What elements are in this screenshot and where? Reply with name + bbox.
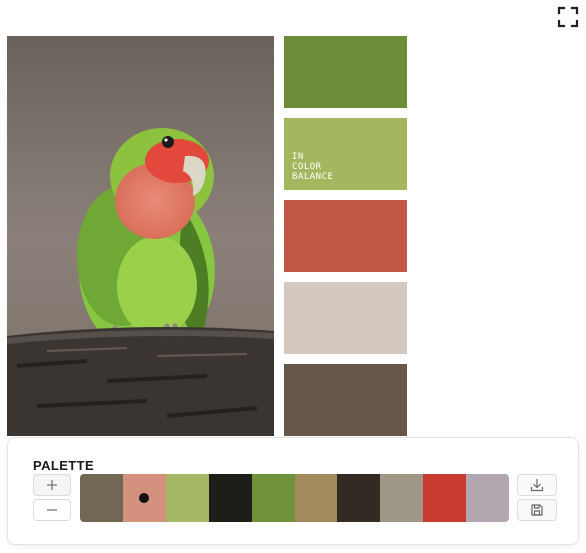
palette-color-10[interactable]: [466, 474, 509, 522]
swatch-4: [284, 282, 407, 354]
swatch-1: [284, 36, 407, 108]
palette-panel: PALETTE: [7, 437, 579, 545]
selected-dot-icon: [139, 493, 150, 503]
plus-icon: [47, 480, 57, 490]
add-color-button[interactable]: [33, 474, 71, 496]
fullscreen-button[interactable]: [556, 5, 580, 29]
palette-color-2[interactable]: [122, 474, 166, 522]
swatch-3: [284, 200, 407, 272]
palette-color-1[interactable]: [80, 474, 123, 522]
palette-color-3[interactable]: [165, 474, 209, 522]
palette-color-9[interactable]: [423, 474, 467, 522]
remove-color-button[interactable]: [33, 499, 71, 521]
fullscreen-icon: [557, 6, 579, 28]
minus-icon: [47, 509, 57, 511]
parrot-photo: [7, 36, 274, 436]
palette-color-6[interactable]: [294, 474, 338, 522]
palette-color-8[interactable]: [380, 474, 424, 522]
save-button[interactable]: [517, 499, 557, 521]
download-icon: [530, 478, 544, 492]
swatch-5: [284, 364, 407, 436]
save-icon: [531, 504, 543, 516]
palette-strip: [80, 474, 509, 522]
download-button[interactable]: [517, 474, 557, 496]
palette-color-4[interactable]: [208, 474, 252, 522]
palette-color-7[interactable]: [337, 474, 381, 522]
palette-title: PALETTE: [33, 458, 95, 473]
brand-label: IN COLOR BALANCE: [292, 152, 334, 182]
palette-color-5[interactable]: [251, 474, 295, 522]
swatch-2: IN COLOR BALANCE: [284, 118, 407, 190]
